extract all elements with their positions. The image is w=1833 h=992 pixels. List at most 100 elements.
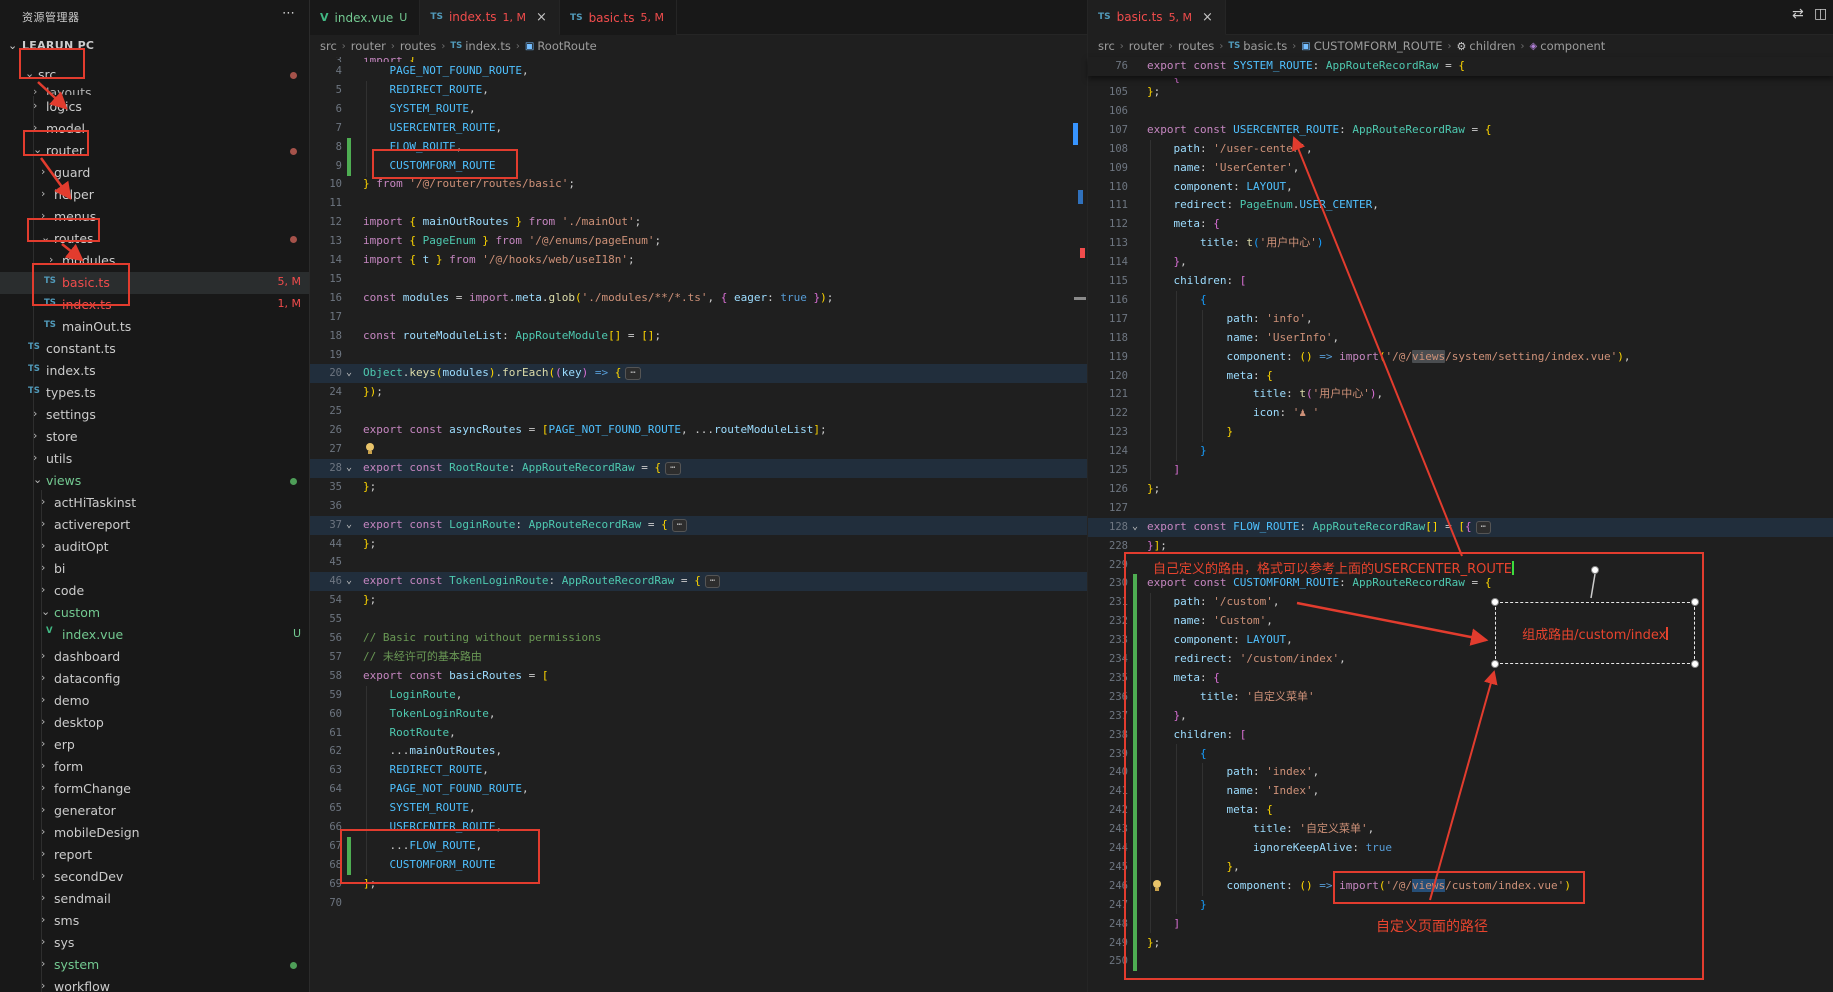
- code-line-109[interactable]: 109 name: 'UserCenter',: [1088, 159, 1833, 178]
- code-line-232[interactable]: 232 name: 'Custom',: [1088, 612, 1833, 631]
- code-line-236[interactable]: 236 title: '自定义菜单': [1088, 688, 1833, 707]
- code-line-46[interactable]: 46⌄export const TokenLoginRoute: AppRout…: [310, 572, 1087, 591]
- code-line-58[interactable]: 58export const basicRoutes = [: [310, 667, 1087, 686]
- code-line-12[interactable]: 12import { mainOutRoutes } from './mainO…: [310, 213, 1087, 232]
- fold-chevron-icon[interactable]: ⌄: [346, 572, 352, 591]
- code-line-127[interactable]: 127: [1088, 499, 1833, 518]
- explorer-item-custom[interactable]: ⌄custom: [0, 602, 309, 624]
- code-line-19[interactable]: 19: [310, 346, 1087, 365]
- explorer-item-utils[interactable]: ›utils: [0, 448, 309, 470]
- explorer-item-sms[interactable]: ›sms: [0, 910, 309, 932]
- code-line-105[interactable]: 105};: [1088, 83, 1833, 102]
- code-line-16[interactable]: 16const modules = import.meta.glob('./mo…: [310, 289, 1087, 308]
- fold-chevron-icon[interactable]: ⌄: [346, 516, 352, 535]
- explorer-item-guard[interactable]: ›guard: [0, 162, 309, 184]
- open-changes-icon[interactable]: ⇄: [1792, 6, 1804, 22]
- middle-tab-basic-ts[interactable]: TSbasic.ts5, M: [560, 0, 677, 35]
- code-line-246[interactable]: 246 component: () => import('/@/views/cu…: [1088, 877, 1833, 896]
- resize-handle[interactable]: [1491, 598, 1499, 606]
- explorer-item-layouts[interactable]: ›layouts: [0, 82, 309, 95]
- code-line-54[interactable]: 54};: [310, 591, 1087, 610]
- explorer-item-demo[interactable]: ›demo: [0, 690, 309, 712]
- code-line-228[interactable]: 228}];: [1088, 537, 1833, 556]
- breadcrumb-item-basic-ts[interactable]: TSbasic.ts: [1228, 39, 1287, 53]
- lightbulb-icon[interactable]: [364, 443, 376, 455]
- sticky-code-line-76[interactable]: 76export const SYSTEM_ROUTE: AppRouteRec…: [1088, 57, 1833, 76]
- code-line-244[interactable]: 244 ignoreKeepAlive: true: [1088, 839, 1833, 858]
- code-line-66[interactable]: 66 USERCENTER_ROUTE,: [310, 818, 1087, 837]
- breadcrumb-item-index-ts[interactable]: TSindex.ts: [450, 39, 511, 53]
- fold-ellipsis-badge[interactable]: ⋯: [625, 367, 640, 380]
- explorer-item-store[interactable]: ›store: [0, 426, 309, 448]
- code-line-14[interactable]: 14import { t } from '/@/hooks/web/useI18…: [310, 251, 1087, 270]
- explorer-item-bi[interactable]: ›bi: [0, 558, 309, 580]
- code-line-57[interactable]: 57// 未经许可的基本路由: [310, 648, 1087, 667]
- code-line-247[interactable]: 247 }: [1088, 896, 1833, 915]
- explorer-item-generator[interactable]: ›generator: [0, 800, 309, 822]
- code-line-107[interactable]: 107export const USERCENTER_ROUTE: AppRou…: [1088, 121, 1833, 140]
- explorer-item-modules[interactable]: ›modules: [0, 250, 309, 272]
- code-line-233[interactable]: 233 component: LAYOUT,: [1088, 631, 1833, 650]
- code-line-65[interactable]: 65 SYSTEM_ROUTE,: [310, 799, 1087, 818]
- explorer-item-auditOpt[interactable]: ›auditOpt: [0, 536, 309, 558]
- explorer-item-logics[interactable]: ›logics: [0, 96, 309, 118]
- code-line-250[interactable]: 250: [1088, 952, 1833, 971]
- code-line-6[interactable]: 6 SYSTEM_ROUTE,: [310, 100, 1087, 119]
- code-line-44[interactable]: 44};: [310, 535, 1087, 554]
- explorer-item-erp[interactable]: ›erp: [0, 734, 309, 756]
- code-line-108[interactable]: 108 path: '/user-center',: [1088, 140, 1833, 159]
- code-line-28[interactable]: 28⌄export const RootRoute: AppRouteRecor…: [310, 459, 1087, 478]
- code-line-67[interactable]: 67 ...FLOW_ROUTE,: [310, 837, 1087, 856]
- code-line-245[interactable]: 245 },: [1088, 858, 1833, 877]
- code-line-119[interactable]: 119 component: () => import('/@/views/sy…: [1088, 348, 1833, 367]
- code-line-114[interactable]: 114 },: [1088, 253, 1833, 272]
- explorer-item-index-vue[interactable]: Vindex.vueU: [0, 624, 309, 646]
- explorer-item-router[interactable]: ⌄router: [0, 140, 309, 162]
- fold-ellipsis-badge[interactable]: ⋯: [1476, 521, 1491, 534]
- explorer-item-constant-ts[interactable]: TSconstant.ts: [0, 338, 309, 360]
- resize-handle[interactable]: [1491, 660, 1499, 668]
- code-line-115[interactable]: 115 children: [: [1088, 272, 1833, 291]
- code-line-116[interactable]: 116 {: [1088, 291, 1833, 310]
- code-line-240[interactable]: 240 path: 'index',: [1088, 763, 1833, 782]
- breadcrumb-item-src[interactable]: src: [1098, 39, 1115, 53]
- code-line-113[interactable]: 113 title: t('用户中心'): [1088, 234, 1833, 253]
- code-line-234[interactable]: 234 redirect: '/custom/index',: [1088, 650, 1833, 669]
- explorer-item-menus[interactable]: ›menus: [0, 206, 309, 228]
- explorer-item-report[interactable]: ›report: [0, 844, 309, 866]
- right-tab-basic-ts[interactable]: TSbasic.ts5, M×: [1088, 0, 1226, 35]
- explorer-item-index-ts[interactable]: TSindex.ts: [0, 360, 309, 382]
- code-line-7[interactable]: 7 USERCENTER_ROUTE,: [310, 119, 1087, 138]
- code-line-4[interactable]: 4 PAGE_NOT_FOUND_ROUTE,: [310, 62, 1087, 81]
- explorer-item-model[interactable]: ›model: [0, 118, 309, 140]
- code-line-60[interactable]: 60 TokenLoginRoute,: [310, 705, 1087, 724]
- explorer-item-desktop[interactable]: ›desktop: [0, 712, 309, 734]
- close-icon[interactable]: ×: [536, 10, 547, 25]
- code-line-118[interactable]: 118 name: 'UserInfo',: [1088, 329, 1833, 348]
- fold-chevron-icon[interactable]: ⌄: [1132, 518, 1138, 537]
- code-line-70[interactable]: 70: [310, 894, 1087, 913]
- breadcrumb-item-router[interactable]: router: [351, 39, 386, 53]
- code-line-15[interactable]: 15: [310, 270, 1087, 289]
- fold-ellipsis-badge[interactable]: ⋯: [672, 519, 687, 532]
- code-line-55[interactable]: 55: [310, 610, 1087, 629]
- code-line-56[interactable]: 56// Basic routing without permissions: [310, 629, 1087, 648]
- lightbulb-icon[interactable]: [1151, 880, 1163, 892]
- breadcrumb-item-routes[interactable]: routes: [400, 39, 436, 53]
- code-line-37[interactable]: 37⌄export const LoginRoute: AppRouteReco…: [310, 516, 1087, 535]
- explorer-item-sys[interactable]: ›sys: [0, 932, 309, 954]
- code-line-231[interactable]: 231 path: '/custom',: [1088, 593, 1833, 612]
- code-line-110[interactable]: 110 component: LAYOUT,: [1088, 178, 1833, 197]
- code-line-238[interactable]: 238 children: [: [1088, 726, 1833, 745]
- code-line-121[interactable]: 121 title: t('用户中心'),: [1088, 385, 1833, 404]
- code-line-123[interactable]: 123 }: [1088, 423, 1833, 442]
- explorer-item-mainOut-ts[interactable]: TSmainOut.ts: [0, 316, 309, 338]
- explorer-item-dataconfig[interactable]: ›dataconfig: [0, 668, 309, 690]
- explorer-item-code[interactable]: ›code: [0, 580, 309, 602]
- code-line-36[interactable]: 36: [310, 497, 1087, 516]
- code-line-242[interactable]: 242 meta: {: [1088, 801, 1833, 820]
- breadcrumb-item-router[interactable]: router: [1129, 39, 1164, 53]
- explorer-item-actHiTaskinst[interactable]: ›actHiTaskinst: [0, 492, 309, 514]
- code-line-120[interactable]: 120 meta: {: [1088, 367, 1833, 386]
- code-line-64[interactable]: 64 PAGE_NOT_FOUND_ROUTE,: [310, 780, 1087, 799]
